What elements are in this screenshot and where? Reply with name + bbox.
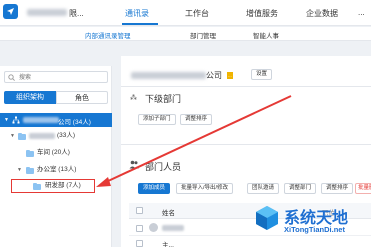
app-logo[interactable]: [3, 4, 18, 19]
search-input[interactable]: [19, 73, 104, 82]
top-navigation-bar: 限... 通讯录 工作台 增值服务 企业数据 ...: [0, 0, 371, 26]
tab-roles[interactable]: 角色: [56, 91, 108, 104]
select-all-checkbox[interactable]: [136, 207, 143, 214]
avatar: [149, 223, 158, 232]
tree-item-company[interactable]: ▼ 公司 (34人): [0, 113, 112, 127]
folder-icon: [18, 132, 26, 140]
nav-enterprise-data[interactable]: 企业数据: [306, 8, 338, 19]
department-members-title: 部门人员: [145, 162, 182, 172]
sub-departments-title: 下级部门: [145, 94, 182, 104]
divider: [121, 144, 371, 145]
batch-import-export-button[interactable]: 批量导入/导出/修改: [176, 183, 234, 194]
tree-office-label: 办公室 (13人): [37, 166, 77, 173]
folder-icon: [26, 166, 34, 174]
send-icon: [7, 8, 14, 15]
tree-item-level1[interactable]: ▼ (33人): [0, 130, 112, 142]
caret-down-icon[interactable]: ▼: [10, 130, 15, 142]
company-name-redacted: [23, 117, 59, 123]
subnav-smart-hr[interactable]: 智能人事: [253, 30, 279, 40]
folder-icon: [26, 149, 34, 157]
search-box[interactable]: [4, 71, 108, 83]
nav-active-indicator: [122, 23, 158, 25]
row-checkbox[interactable]: [136, 240, 143, 247]
watermark-url: XiTongTianDi.net: [284, 225, 345, 234]
batch-delete-button[interactable]: 批量删: [355, 183, 371, 194]
highlight-box: [11, 179, 95, 193]
nav-workbench[interactable]: 工作台: [185, 8, 209, 19]
tab-org-structure[interactable]: 组织架构: [4, 91, 56, 104]
member-name: 主...: [162, 242, 174, 247]
adjust-member-order-button[interactable]: 调整排序: [321, 183, 354, 194]
settings-button[interactable]: 设置: [251, 69, 273, 80]
company-title: 公司: [206, 71, 222, 80]
tree-level1-label: (33人): [57, 132, 76, 139]
add-sub-department-button[interactable]: 添加子部门: [138, 114, 176, 125]
team-invite-button[interactable]: 团队邀请: [247, 183, 280, 194]
caret-down-icon[interactable]: ▼: [4, 117, 9, 123]
subnav-internal-contacts[interactable]: 内部通讯录管理: [85, 30, 131, 40]
watermark: 系统天地 XiTongTianDi.net: [254, 203, 371, 247]
org-name-suffix[interactable]: 限...: [69, 8, 84, 19]
search-icon: [8, 74, 15, 81]
company-name-redacted: [131, 72, 206, 79]
adjust-order-button[interactable]: 调整排序: [180, 114, 213, 125]
nav-value-added-services[interactable]: 增值服务: [246, 8, 278, 19]
row-checkbox[interactable]: [136, 225, 143, 232]
org-tree-icon: ⁂: [130, 95, 137, 102]
member-name-redacted: [162, 225, 184, 231]
org-tree-icon: [12, 116, 20, 124]
watermark-logo-icon: [256, 206, 278, 230]
sub-navigation-bar: 内部通讯录管理 部门管理 智能人事: [0, 27, 371, 41]
divider: [121, 86, 371, 87]
tree-workshop-label: 车间 (20人): [37, 149, 70, 156]
adjust-department-button[interactable]: 调整部门: [284, 183, 317, 194]
tree-item-office[interactable]: ▼ 办公室 (13人): [0, 164, 112, 176]
nav-more[interactable]: ...: [358, 8, 365, 17]
column-name-header: 姓名: [162, 210, 175, 217]
caret-down-icon[interactable]: ▼: [17, 164, 22, 176]
org-name-redacted: [27, 9, 67, 16]
department-name-redacted: [29, 133, 55, 139]
nav-contacts[interactable]: 通讯录: [125, 8, 149, 19]
people-icon: [129, 160, 139, 169]
add-member-button[interactable]: 添加成员: [138, 183, 171, 194]
subnav-department-management[interactable]: 部门管理: [190, 30, 216, 40]
tree-item-workshop[interactable]: 车间 (20人): [0, 147, 112, 159]
company-badge: ...: [227, 72, 233, 79]
tree-company-label: 公司 (34人): [58, 119, 91, 126]
